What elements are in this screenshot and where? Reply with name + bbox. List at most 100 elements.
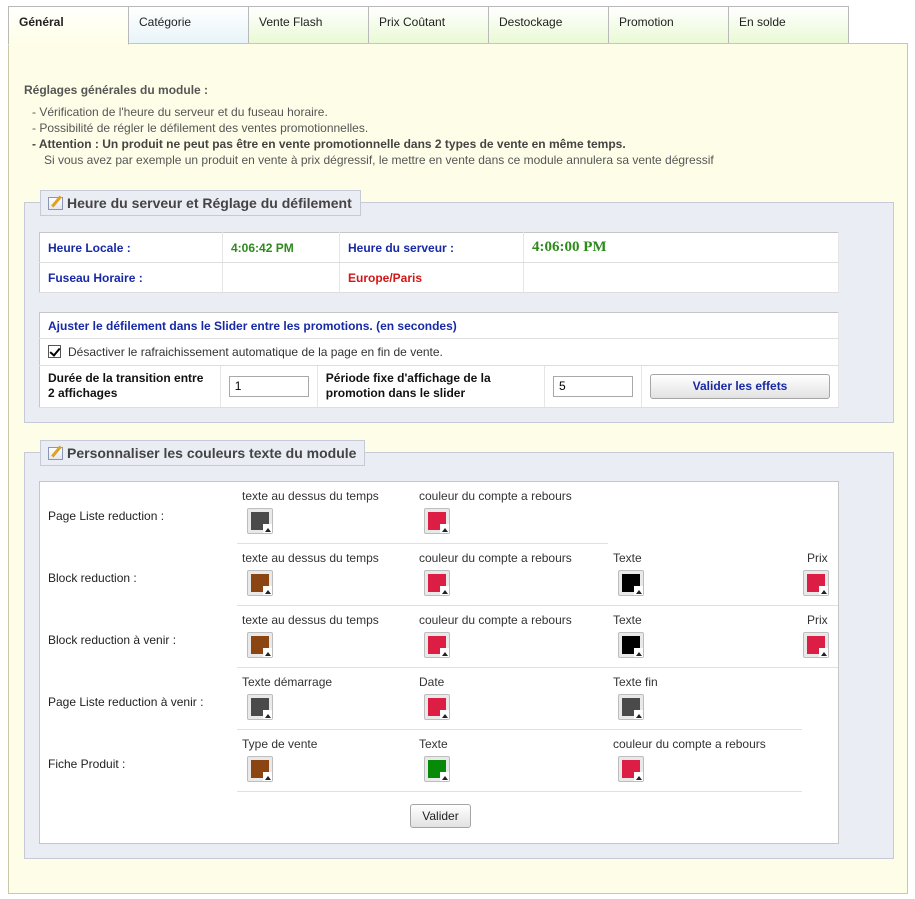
color-cell-label: Texte <box>613 551 642 565</box>
tab-vente-flash[interactable]: Vente Flash <box>248 6 369 44</box>
color-cell-label: texte au dessus du temps <box>242 613 379 627</box>
intro-line: - Vérification de l'heure du serveur et … <box>32 105 328 119</box>
color-picker[interactable] <box>247 508 273 534</box>
picker-arrow-icon <box>265 590 271 594</box>
color-picker[interactable] <box>803 570 829 596</box>
color-picker[interactable] <box>424 508 450 534</box>
picker-arrow-icon <box>265 652 271 656</box>
tab-label: Prix Coûtant <box>379 15 446 29</box>
color-picker[interactable] <box>424 570 450 596</box>
tab-general[interactable]: Général <box>8 6 129 45</box>
period-label: Période fixe d'affichage de la promotion… <box>317 365 545 409</box>
tab-label: Catégorie <box>139 15 192 29</box>
color-cell: Texte <box>414 730 608 792</box>
color-cell: Texte démarrage <box>237 668 414 730</box>
tab-label: En solde <box>739 15 786 29</box>
timezone-empty <box>222 262 340 293</box>
intro-section: Réglages générales du module : - Vérific… <box>24 82 894 168</box>
color-cell: Texte fin <box>608 668 802 730</box>
legend-text: Personnaliser les couleurs texte du modu… <box>67 445 357 461</box>
tab-label: Promotion <box>619 15 674 29</box>
edit-icon <box>48 197 63 210</box>
color-cell: Texte <box>608 606 802 668</box>
color-picker[interactable] <box>803 632 829 658</box>
tab-label: Destockage <box>499 15 563 29</box>
intro-line: - Possibilité de régler le défilement de… <box>32 121 369 135</box>
color-cell: texte au dessus du temps <box>237 606 414 668</box>
period-input[interactable] <box>552 375 633 397</box>
intro-title: Réglages générales du module : <box>24 83 209 97</box>
color-row-block-reduction: Block reduction : texte au dessus du tem… <box>40 544 838 606</box>
color-cell: couleur du compte a rebours <box>414 544 608 606</box>
tab-destockage[interactable]: Destockage <box>488 6 609 44</box>
picker-arrow-icon <box>442 590 448 594</box>
color-picker[interactable] <box>618 694 644 720</box>
row-label: Page Liste reduction à venir : <box>48 695 204 709</box>
color-picker[interactable] <box>247 694 273 720</box>
color-cell: Prix <box>802 606 838 668</box>
color-cell-label: couleur du compte a rebours <box>419 551 572 565</box>
picker-arrow-icon <box>265 776 271 780</box>
color-row-page-liste-a-venir: Page Liste reduction à venir : Texte dém… <box>40 668 838 730</box>
intro-warning-detail: Si vous avez par exemple un produit en v… <box>44 153 714 167</box>
tab-label: Vente Flash <box>259 15 323 29</box>
color-picker[interactable] <box>247 570 273 596</box>
color-cell: Date <box>414 668 608 730</box>
color-picker[interactable] <box>424 632 450 658</box>
slider-title: Ajuster le défilement dans le Slider ent… <box>39 312 839 340</box>
refresh-checkbox[interactable] <box>48 344 61 358</box>
picker-arrow-icon <box>821 652 827 656</box>
server-time-label: Heure du serveur : <box>339 232 524 263</box>
legend-text: Heure du serveur et Réglage du défilemen… <box>67 195 352 211</box>
refresh-row: Désactiver le rafraichissement automatiq… <box>39 338 839 366</box>
colors-table: Page Liste reduction : texte au dessus d… <box>39 481 839 844</box>
transition-cell <box>220 365 318 409</box>
color-cell: Type de vente <box>237 730 414 792</box>
color-cell-label: couleur du compte a rebours <box>613 737 766 751</box>
server-fieldset: Heure du serveur et Réglage du défilemen… <box>24 190 894 423</box>
validate-colors-button[interactable]: Valider <box>410 804 471 828</box>
tab-en-solde[interactable]: En solde <box>728 6 849 44</box>
validate-effects-button[interactable]: Valider les effets <box>650 373 830 399</box>
color-cell: texte au dessus du temps <box>237 544 414 606</box>
color-cell-label: Prix <box>807 613 828 627</box>
picker-arrow-icon <box>442 714 448 718</box>
server-time-value: 4:06:00 PM <box>523 232 839 263</box>
color-picker[interactable] <box>247 632 273 658</box>
color-cell: couleur du compte a rebours <box>414 482 608 544</box>
color-cell-label: Texte démarrage <box>242 675 333 689</box>
color-row-fiche-produit: Fiche Produit : Type de vente Texte coul… <box>40 730 838 792</box>
color-picker[interactable] <box>618 756 644 782</box>
color-cell-label: Texte <box>419 737 448 751</box>
row-label: Fiche Produit : <box>48 757 126 771</box>
color-cell-label: texte au dessus du temps <box>242 489 379 503</box>
tab-promotion[interactable]: Promotion <box>608 6 729 44</box>
validate-effects-cell: Valider les effets <box>641 365 839 409</box>
color-picker[interactable] <box>424 756 450 782</box>
row-label: Block reduction : <box>48 571 137 585</box>
tab-prix-coutant[interactable]: Prix Coûtant <box>368 6 489 44</box>
color-picker[interactable] <box>247 756 273 782</box>
row-label: Page Liste reduction : <box>48 509 165 523</box>
timezone-empty <box>523 262 839 293</box>
picker-arrow-icon <box>636 652 642 656</box>
intro-warning: - Attention : Un produit ne peut pas êtr… <box>32 137 626 151</box>
color-cell: couleur du compte a rebours <box>608 730 802 792</box>
color-cell-label: texte au dessus du temps <box>242 551 379 565</box>
color-cell-label: Prix <box>807 551 828 565</box>
color-picker[interactable] <box>618 570 644 596</box>
tab-label: Général <box>19 15 64 29</box>
server-time-table: Heure Locale : 4:06:42 PM Heure du serve… <box>39 232 839 293</box>
color-cell-label: Texte <box>613 613 642 627</box>
color-cell-label: couleur du compte a rebours <box>419 489 572 503</box>
color-picker[interactable] <box>618 632 644 658</box>
transition-input[interactable] <box>228 375 309 397</box>
color-cell-label: Texte fin <box>613 675 658 689</box>
tab-bar: Général Catégorie Vente Flash Prix Coûta… <box>8 6 850 45</box>
tab-categorie[interactable]: Catégorie <box>128 6 249 44</box>
picker-arrow-icon <box>636 776 642 780</box>
picker-arrow-icon <box>442 528 448 532</box>
color-picker[interactable] <box>424 694 450 720</box>
color-cell: Prix <box>802 544 838 606</box>
colors-legend: Personnaliser les couleurs texte du modu… <box>40 440 366 466</box>
